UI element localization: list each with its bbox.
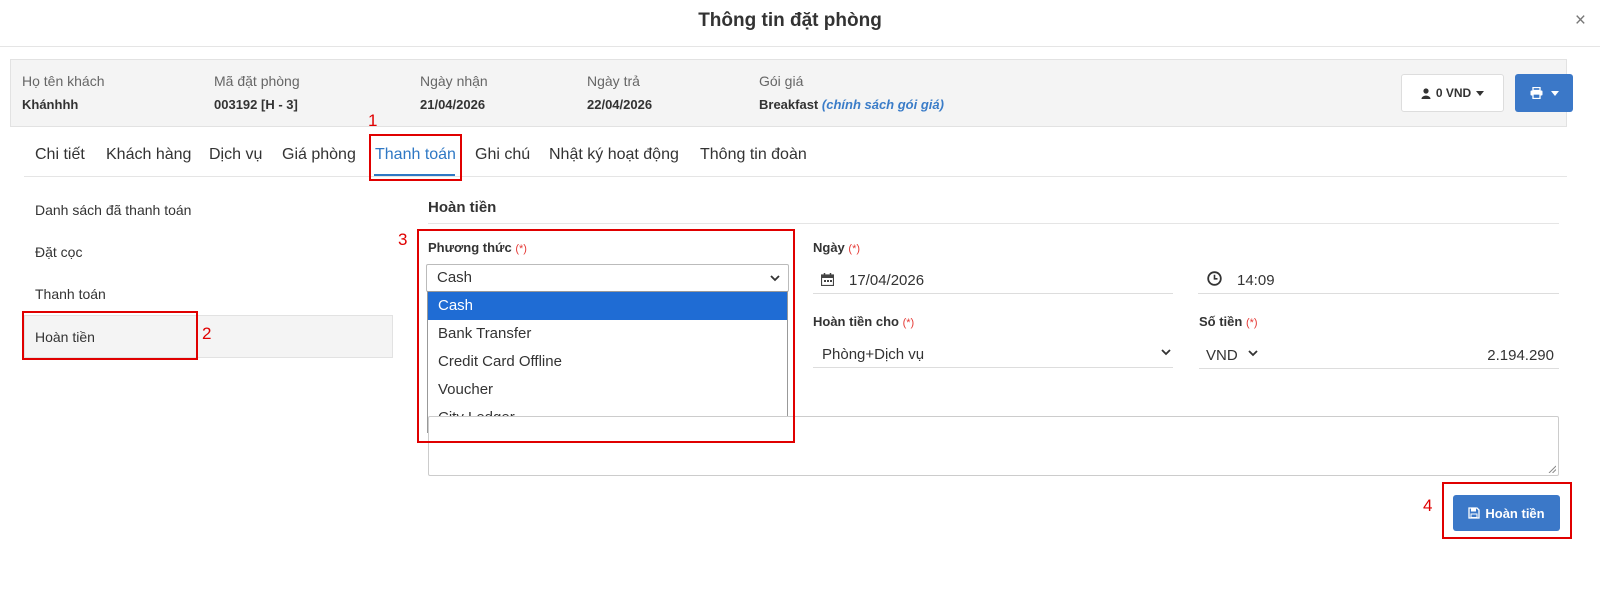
- booking-code-info: Mã đặt phòng 003192 [H - 3]: [214, 73, 300, 112]
- tab-room-rates[interactable]: Giá phòng: [282, 146, 356, 164]
- booking-code-label: Mã đặt phòng: [214, 73, 300, 89]
- side-item-payment[interactable]: Thanh toán: [35, 286, 106, 302]
- side-item-deposit[interactable]: Đặt cọc: [35, 244, 82, 260]
- header-divider: [0, 46, 1600, 47]
- required-mark: (*): [1245, 317, 1258, 329]
- checkin-value: 21/04/2026: [420, 97, 486, 112]
- booking-info-bar: Họ tên khách Khánhhh Mã đặt phòng 003192…: [10, 59, 1573, 127]
- annotation-box-1: [369, 134, 462, 181]
- refund-for-label-text: Hoàn tiền cho: [813, 314, 899, 329]
- balance-dropdown-button[interactable]: 0 VND: [1401, 74, 1504, 112]
- annotation-number-1: 1: [368, 111, 378, 130]
- amount-underline: [1199, 368, 1559, 369]
- tab-details[interactable]: Chi tiết: [35, 146, 85, 164]
- time-underline: [1198, 293, 1559, 294]
- package-value: Breakfast: [759, 97, 819, 112]
- refund-for-underline: [813, 367, 1173, 368]
- side-item-paid-list[interactable]: Danh sách đã thanh toán: [35, 202, 191, 218]
- guest-value: Khánhhh: [22, 97, 79, 112]
- checkout-label: Ngày trả: [587, 73, 640, 89]
- tab-group-info[interactable]: Thông tin đoàn: [700, 146, 807, 164]
- refund-for-label: Hoàn tiền cho (*): [813, 314, 914, 329]
- date-label: Ngày (*): [813, 240, 860, 255]
- package-policy-link[interactable]: (chính sách gói giá): [822, 97, 944, 112]
- printer-icon: [1530, 87, 1542, 99]
- guest-label: Họ tên khách: [22, 73, 105, 89]
- caret-down-icon: [1550, 90, 1559, 96]
- caret-down-icon: [1476, 90, 1485, 96]
- tab-notes[interactable]: Ghi chú: [475, 146, 530, 164]
- guest-info: Họ tên khách Khánhhh: [22, 73, 105, 112]
- balance-value: 0 VND: [1435, 86, 1472, 100]
- package-label: Gói giá: [759, 73, 804, 89]
- tab-customers[interactable]: Khách hàng: [106, 146, 191, 164]
- amount-label: Số tiền (*): [1199, 314, 1258, 329]
- date-underline: [813, 293, 1173, 294]
- clock-icon: [1207, 271, 1222, 286]
- amount-input[interactable]: 2.194.290: [1487, 347, 1554, 364]
- booking-code-value: 003192 [H - 3]: [214, 97, 298, 112]
- package-info: Gói giá Breakfast (chính sách gói giá): [759, 73, 944, 112]
- package-value-row: Breakfast (chính sách gói giá): [759, 97, 944, 112]
- tab-activity-log[interactable]: Nhật ký hoạt động: [549, 146, 679, 164]
- tabs-divider: [24, 176, 1567, 177]
- checkin-label: Ngày nhận: [420, 73, 488, 89]
- date-label-text: Ngày: [813, 240, 845, 255]
- time-input[interactable]: 14:09: [1237, 272, 1275, 289]
- required-mark: (*): [848, 243, 861, 255]
- annotation-number-3: 3: [398, 230, 408, 249]
- chevron-down-icon: [1161, 349, 1171, 356]
- chevron-down-icon: [1248, 350, 1258, 357]
- required-mark: (*): [902, 317, 915, 329]
- annotation-box-3: [417, 229, 795, 443]
- checkout-info: Ngày trả 22/04/2026: [587, 73, 652, 112]
- close-icon[interactable]: ×: [1575, 10, 1586, 32]
- calendar-icon: [821, 273, 834, 286]
- currency-select[interactable]: VND: [1206, 347, 1238, 364]
- amount-label-text: Số tiền: [1199, 314, 1243, 329]
- checkout-value: 22/04/2026: [587, 97, 653, 112]
- refund-for-select[interactable]: Phòng+Dịch vụ: [822, 346, 924, 363]
- section-divider: [428, 223, 1559, 224]
- date-input[interactable]: 17/04/2026: [849, 272, 924, 289]
- checkin-info: Ngày nhận 21/04/2026: [420, 73, 488, 112]
- print-dropdown-button[interactable]: [1515, 74, 1573, 112]
- annotation-box-2: [22, 311, 198, 360]
- resize-handle-icon: [1548, 465, 1556, 473]
- user-icon: [1421, 87, 1431, 99]
- annotation-box-4: [1442, 482, 1572, 539]
- tab-services[interactable]: Dịch vụ: [209, 146, 262, 164]
- modal-title: Thông tin đặt phòng: [698, 10, 882, 31]
- annotation-number-4: 4: [1423, 496, 1433, 515]
- section-title: Hoàn tiền: [428, 199, 497, 216]
- annotation-number-2: 2: [202, 324, 212, 343]
